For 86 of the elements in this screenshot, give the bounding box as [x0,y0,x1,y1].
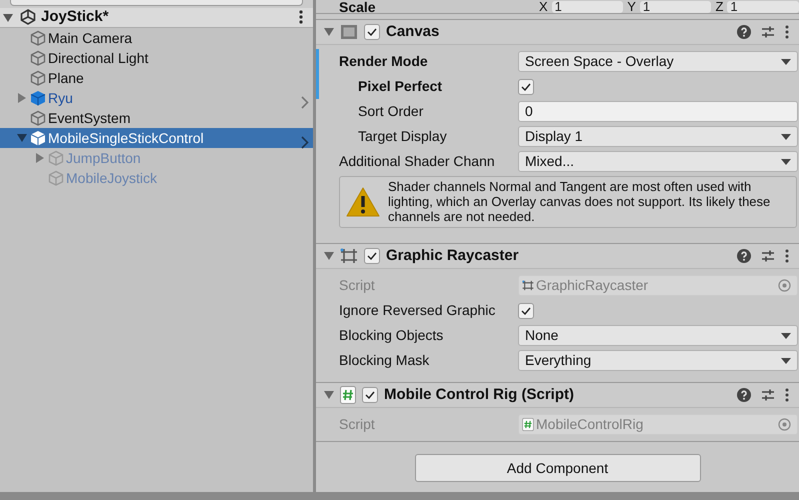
object-field: GraphicRaycaster [518,275,798,296]
cube-icon [30,30,46,46]
hierarchy-item[interactable]: Main Camera [0,28,313,48]
hierarchy-item[interactable]: EventSystem [0,108,313,128]
cube-icon [30,70,46,86]
expand-arrow-icon[interactable] [324,252,334,260]
expand-arrow-icon[interactable] [18,93,26,103]
checkmark-icon [521,82,531,90]
script-icon [522,418,534,431]
more-options-icon[interactable] [785,388,789,402]
checkmark-icon [367,252,377,260]
warning-text: Shader channels Normal and Tangent are most often used with lighting, which an Overlay canvas does not support. Its likely these channels are not needed. [388,179,772,224]
expand-arrow-icon[interactable] [17,134,27,142]
settings-sliders-icon[interactable] [761,388,775,402]
script-icon [340,386,356,404]
axis-label: Z [715,1,724,13]
dropdown-arrow-icon [781,332,791,338]
unity-logo-icon [20,9,36,26]
checkbox[interactable] [518,78,534,94]
field-label: Blocking Mask [338,351,430,370]
enable-checkbox[interactable] [362,387,378,403]
expand-arrow-icon[interactable] [3,14,13,22]
field-label: Scale [339,1,377,13]
cube-icon [30,130,46,146]
raycaster-icon [340,248,358,264]
raycaster-icon [522,279,534,292]
expand-arrow-icon[interactable] [324,391,334,399]
checkmark-icon [521,306,531,314]
cube-icon [48,170,64,186]
component-header[interactable]: Canvas [316,19,799,45]
field-label: Sort Order [357,102,424,121]
field-label: Blocking Objects [338,326,444,345]
settings-sliders-icon[interactable] [761,25,775,39]
component-header[interactable]: Graphic Raycaster [316,243,799,269]
canvas-icon [340,24,358,40]
dropdown-arrow-icon [781,358,791,364]
axis-label: X [539,1,548,13]
add-component-button[interactable]: Add Component [414,454,700,482]
more-options-icon[interactable] [785,25,789,39]
hierarchy-item[interactable]: Ryu [0,88,313,108]
number-field[interactable]: 1 [552,1,624,13]
field-label: Script [338,276,376,295]
checkmark-icon [367,28,377,36]
field-label: Script [338,415,376,434]
dropdown[interactable]: Screen Space - Overlay [518,51,798,72]
dropdown-arrow-icon [781,158,791,164]
object-field: MobileControlRig [518,414,798,435]
field-label: Additional Shader Chann [338,152,496,171]
settings-sliders-icon[interactable] [761,249,775,263]
dropdown[interactable]: Mixed... [518,151,798,172]
help-icon[interactable] [737,249,751,263]
hierarchy-item[interactable]: Directional Light [0,48,313,68]
help-icon[interactable] [737,388,751,402]
hierarchy-item[interactable]: Plane [0,68,313,88]
cube-icon [48,150,64,166]
search-field[interactable] [10,0,303,6]
field-label: Target Display [357,127,448,146]
dropdown[interactable]: Display 1 [518,126,798,147]
dropdown[interactable]: None [518,325,798,346]
component-header[interactable]: Mobile Control Rig (Script) [316,382,799,408]
checkbox[interactable] [518,302,534,318]
enable-checkbox[interactable] [364,24,380,40]
dropdown[interactable]: Everything [518,350,798,371]
enable-checkbox[interactable] [364,248,380,264]
number-field[interactable]: 1 [727,1,799,13]
axis-label: Y [627,1,636,13]
more-options-icon[interactable] [785,249,789,263]
chevron-right-icon[interactable] [301,136,309,149]
cube-icon [30,110,46,126]
field-label: Pixel Perfect [357,77,444,96]
dropdown-arrow-icon [781,58,791,64]
help-icon[interactable] [737,25,751,39]
field-label: Render Mode [338,52,429,71]
hierarchy-item[interactable]: MobileSingleStickControl [0,128,313,148]
field-label: Ignore Reversed Graphic [338,301,496,320]
cube-icon [30,90,46,106]
number-field[interactable]: 1 [640,1,712,13]
cube-icon [30,50,46,66]
warning-icon [346,186,380,216]
expand-arrow-icon[interactable] [324,28,334,36]
more-options-icon[interactable] [299,10,303,24]
dropdown-arrow-icon [781,134,791,140]
scene-header-row[interactable]: JoyStick* [0,8,313,28]
text-field[interactable]: 0 [518,101,798,122]
expand-arrow-icon[interactable] [36,153,44,163]
checkmark-icon [365,391,375,399]
